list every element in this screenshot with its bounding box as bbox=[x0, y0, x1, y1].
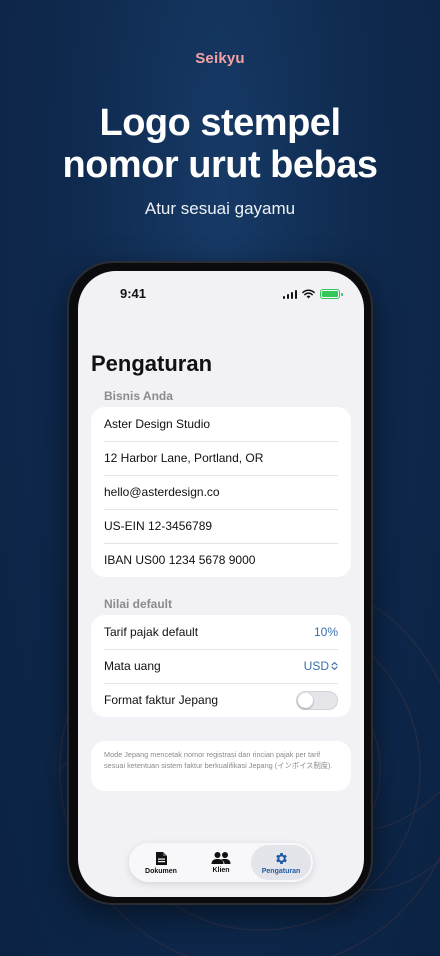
battery-charging-icon bbox=[320, 289, 343, 299]
page-title: Pengaturan bbox=[91, 351, 213, 376]
business-iban-row[interactable]: IBAN US00 1234 5678 9000 bbox=[91, 543, 351, 577]
tax-rate-value: 10% bbox=[313, 625, 338, 639]
business-iban: IBAN US00 1234 5678 9000 bbox=[104, 553, 256, 567]
headline-line-1: Logo stempel bbox=[99, 102, 341, 144]
japan-format-row: Format faktur Jepang bbox=[91, 683, 351, 717]
tab-pengaturan-label: Pengaturan bbox=[261, 867, 301, 875]
tab-klien[interactable]: Klien bbox=[191, 845, 251, 880]
japan-format-toggle[interactable] bbox=[296, 690, 338, 710]
currency-label: Mata uang bbox=[104, 659, 161, 673]
tab-dokumen-label: Dokumen bbox=[145, 867, 177, 875]
japan-mode-note: Mode Jepang mencetak nomor registrasi da… bbox=[91, 741, 351, 791]
status-bar: 9:41 bbox=[78, 286, 364, 306]
document-icon bbox=[155, 851, 167, 865]
business-email: hello@asterdesign.co bbox=[104, 485, 220, 499]
business-tax-id: US-EIN 12-3456789 bbox=[104, 519, 213, 533]
business-email-row[interactable]: hello@asterdesign.co bbox=[91, 475, 351, 509]
status-icons bbox=[282, 289, 343, 299]
tax-rate-row[interactable]: Tarif pajak default 10% bbox=[91, 615, 351, 649]
headline-line-2: nomor urut bebas bbox=[62, 144, 378, 186]
currency-picker[interactable]: USD bbox=[304, 659, 338, 673]
currency-value: USD bbox=[303, 659, 329, 673]
section-header-defaults: Nilai default bbox=[104, 597, 173, 611]
tab-pengaturan[interactable]: Pengaturan bbox=[251, 845, 311, 880]
business-address-row[interactable]: 12 Harbor Lane, Portland, OR bbox=[91, 441, 351, 475]
chevron-up-down-icon bbox=[331, 661, 338, 671]
people-icon bbox=[211, 852, 231, 864]
section-header-business: Bisnis Anda bbox=[104, 389, 173, 403]
brand-name: Seikyu bbox=[195, 50, 245, 67]
tax-rate-label: Tarif pajak default bbox=[104, 625, 199, 639]
business-name-row[interactable]: Aster Design Studio bbox=[91, 407, 351, 441]
japan-format-label: Format faktur Jepang bbox=[104, 693, 219, 707]
signal-icon bbox=[282, 289, 297, 299]
gear-icon bbox=[275, 852, 287, 864]
currency-row[interactable]: Mata uang USD bbox=[91, 649, 351, 683]
tab-bar: Dokumen Klien Pengaturan bbox=[129, 843, 313, 882]
phone-frame: 9:41 Pengaturan Bisnis Anda Aster Design… bbox=[67, 261, 373, 905]
business-card: Aster Design Studio 12 Harbor Lane, Port… bbox=[91, 407, 351, 577]
phone-screen: 9:41 Pengaturan Bisnis Anda Aster Design… bbox=[78, 271, 364, 897]
business-address: 12 Harbor Lane, Portland, OR bbox=[104, 451, 264, 465]
business-tax-id-row[interactable]: US-EIN 12-3456789 bbox=[91, 509, 351, 543]
subheadline: Atur sesuai gayamu bbox=[144, 199, 296, 218]
wifi-icon bbox=[302, 289, 315, 299]
status-time: 9:41 bbox=[120, 286, 147, 301]
defaults-card: Tarif pajak default 10% Mata uang USD Fo… bbox=[91, 615, 351, 717]
tab-klien-label: Klien bbox=[212, 867, 230, 874]
toggle-knob bbox=[298, 692, 313, 708]
business-name: Aster Design Studio bbox=[104, 417, 211, 431]
headline: Logo stempel nomor urut bebas bbox=[0, 102, 440, 186]
tab-dokumen[interactable]: Dokumen bbox=[131, 845, 191, 880]
